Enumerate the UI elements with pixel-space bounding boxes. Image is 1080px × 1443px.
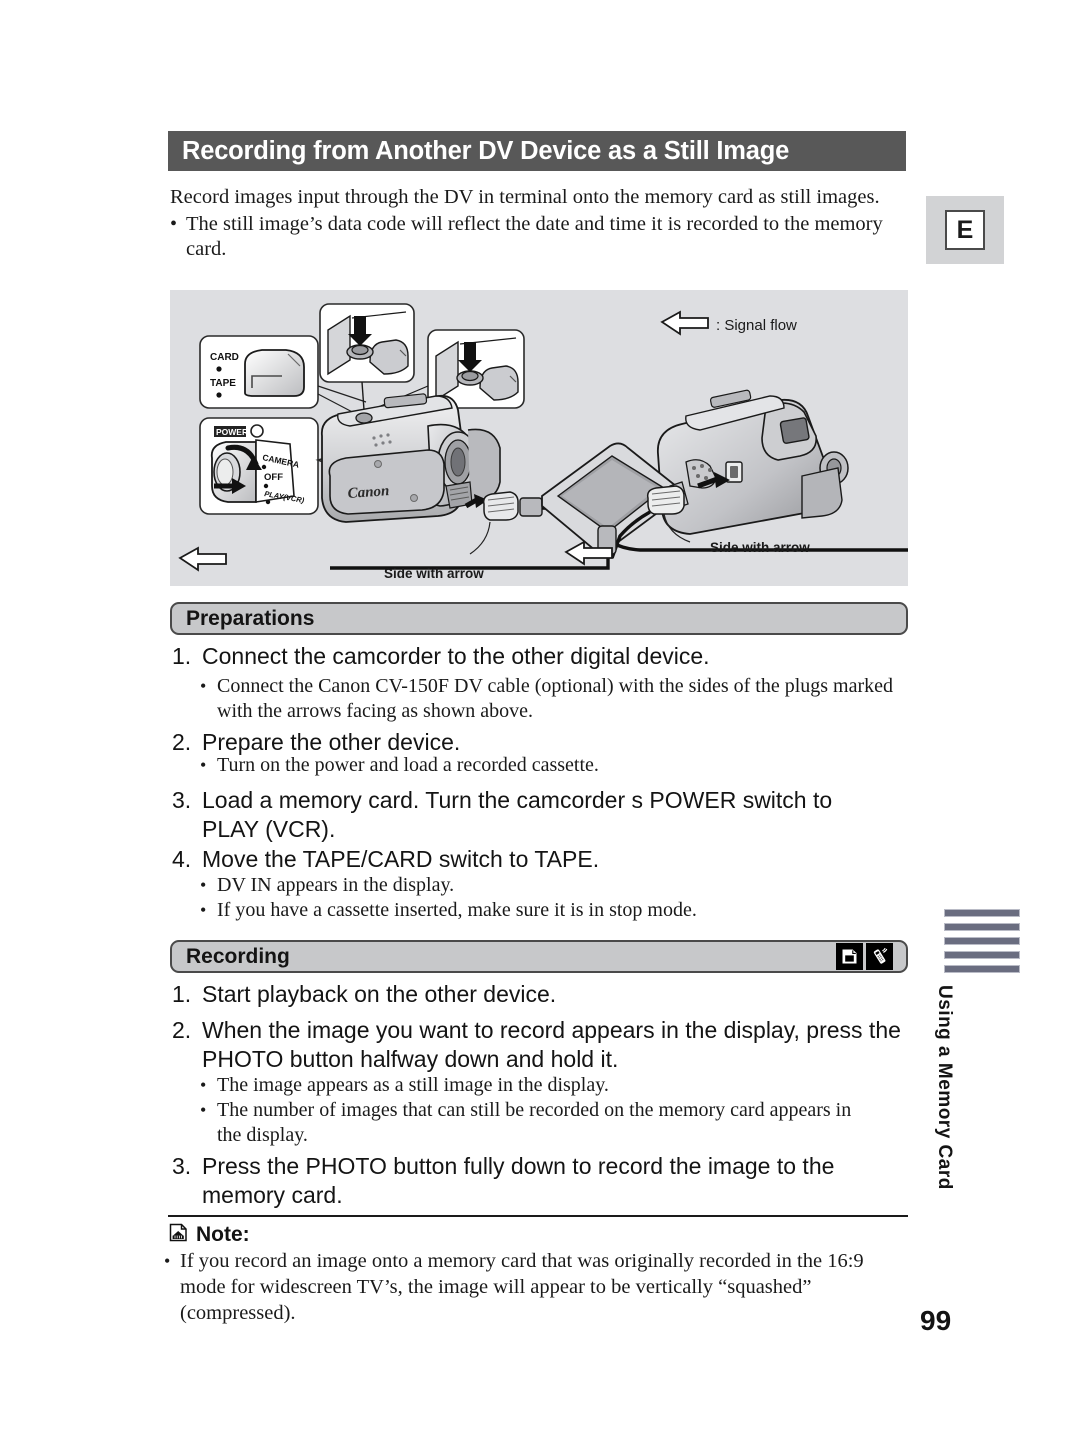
bullet-dot-icon: • <box>200 755 207 775</box>
recording-step-3-number: 3. <box>172 1153 192 1179</box>
dv-plug-right <box>646 485 685 515</box>
recording-step-2-bullet-1: • The image appears as a still image in … <box>200 1073 910 1098</box>
prep-step-2-number: 2. <box>172 729 192 755</box>
page-number: 99 <box>920 1305 952 1336</box>
prep-step-4-number: 4. <box>172 846 192 872</box>
prep-step-1-text: Connect the camcorder to the other digit… <box>202 643 710 669</box>
prep-step-4-bullet-1-text: DV IN appears in the display. <box>217 874 455 896</box>
recording-step-1-text: Start playback on the other device. <box>202 981 557 1007</box>
side-with-arrow-label-left: Side with arrow <box>384 566 484 581</box>
intro-bullet: • The still image’s data code will refle… <box>170 212 910 263</box>
side-tab-label: Using a Memory Card <box>934 985 955 1190</box>
intro-block: Record images input through the DV in te… <box>170 185 910 263</box>
prep-step-2-bullet-1: • Turn on the power and load a recorded … <box>200 753 910 778</box>
prep-step-1-bullet-1-text: Connect the Canon CV-150F DV cable (opti… <box>217 675 894 722</box>
svg-text:TAPE: TAPE <box>210 378 236 389</box>
prep-step-4-bullet-2-text: If you have a cassette inserted, make su… <box>217 899 697 921</box>
recording-step-3-text: Press the PHOTO button fully down to rec… <box>202 1153 835 1208</box>
bullet-dot-icon: • <box>200 900 207 920</box>
prep-step-4-bullet-2: • If you have a cassette inserted, make … <box>200 898 910 923</box>
note-bullet-1: • If you record an image onto a memory c… <box>164 1248 909 1326</box>
recording-step-1: 1. Start playback on the other device. <box>172 980 908 1009</box>
recording-step-2-bullet-2-text: The number of images that can still be r… <box>217 1099 852 1146</box>
side-tab-bar <box>944 937 1020 945</box>
svg-text:OFF: OFF <box>264 472 283 483</box>
bullet-dot-icon: • <box>200 875 207 895</box>
recording-step-1-number: 1. <box>172 981 192 1007</box>
section-icons-recording <box>836 943 906 970</box>
recording-step-3: 3. Press the PHOTO button fully down to … <box>172 1152 892 1210</box>
bullet-dot-icon: • <box>200 1100 207 1120</box>
connection-diagram-svg: CARD TAPE POWER CAMERA OFF PLAY(VCR) Can… <box>170 290 908 586</box>
prep-step-1-bullet-1: • Connect the Canon CV-150F DV cable (op… <box>200 674 910 724</box>
intro-paragraph: Record images input through the DV in te… <box>170 186 880 208</box>
note-label: Note: <box>196 1223 250 1246</box>
section-title-recording: Recording <box>186 944 290 968</box>
prep-step-1: 1. Connect the camcorder to the other di… <box>172 642 908 671</box>
svg-text:Canon: Canon <box>347 483 390 502</box>
note-divider <box>168 1215 908 1217</box>
prep-step-1-number: 1. <box>172 643 192 669</box>
side-tab-bar <box>944 909 1020 917</box>
page-title-bar: Recording from Another DV Device as a St… <box>168 131 906 171</box>
note-bullet-1-text: If you record an image onto a memory car… <box>180 1250 864 1324</box>
bullet-dot-icon: • <box>170 212 178 235</box>
recording-step-2-text: When the image you want to record appear… <box>202 1017 901 1072</box>
memory-card-icon <box>168 1222 189 1248</box>
prep-step-4-text: Move the TAPE/CARD switch to TAPE. <box>202 846 600 872</box>
section-header-recording: Recording <box>170 940 908 973</box>
svg-text:POWER: POWER <box>216 427 248 437</box>
page-title: Recording from Another DV Device as a St… <box>182 136 790 165</box>
recording-step-2-bullet-1-text: The image appears as a still image in th… <box>217 1074 609 1096</box>
side-tab-bars <box>944 909 1020 979</box>
prep-step-3-text: Load a memory card. Turn the camcorder s… <box>202 787 833 842</box>
prep-step-3: 3. Load a memory card. Turn the camcorde… <box>172 786 890 844</box>
language-tab-letter: E <box>945 210 985 250</box>
memory-card-icon <box>836 943 863 970</box>
intro-bullet-text: The still image’s data code will reflect… <box>186 212 883 261</box>
svg-text:CARD: CARD <box>210 352 239 363</box>
bullet-dot-icon: • <box>200 1075 207 1095</box>
bullet-dot-icon: • <box>200 676 207 696</box>
wireless-remote-icon <box>866 943 893 970</box>
prep-step-4: 4. Move the TAPE/CARD switch to TAPE. <box>172 845 908 874</box>
prep-step-3-number: 3. <box>172 787 192 813</box>
side-tab-bar <box>944 951 1020 959</box>
side-with-arrow-label-right: Side with arrow <box>710 540 810 555</box>
bullet-dot-icon: • <box>164 1251 171 1271</box>
side-tab-bar <box>944 965 1020 973</box>
language-tab: E <box>926 196 1004 264</box>
section-header-preparations: Preparations <box>170 602 908 635</box>
prep-step-4-bullet-1: • DV IN appears in the display. <box>200 873 910 898</box>
signal-flow-label: : Signal flow <box>716 317 797 334</box>
recording-step-2: 2. When the image you want to record app… <box>172 1016 917 1074</box>
section-title-preparations: Preparations <box>186 606 315 630</box>
prep-step-2-bullet-1-text: Turn on the power and load a recorded ca… <box>217 754 599 776</box>
note-header: Note: <box>168 1222 250 1248</box>
connection-diagram: CARD TAPE POWER CAMERA OFF PLAY(VCR) Can… <box>170 290 908 586</box>
side-tab-bar <box>944 923 1020 931</box>
recording-step-2-bullet-2: • The number of images that can still be… <box>200 1098 880 1148</box>
recording-step-2-number: 2. <box>172 1017 192 1043</box>
